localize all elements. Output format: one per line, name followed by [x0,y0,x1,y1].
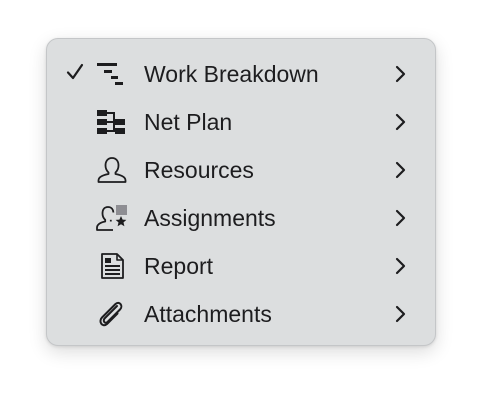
menu-item-resources[interactable]: Resources [47,146,435,194]
checkmark-icon [65,62,85,82]
net-plan-icon [95,108,129,136]
paperclip-icon [95,300,129,328]
menu-item-report[interactable]: Report [47,242,435,290]
chevron-right-icon [393,304,407,324]
document-icon [95,252,129,280]
menu-item-net-plan[interactable]: Net Plan [47,98,435,146]
person-icon [95,156,129,184]
chevron-right-icon [393,208,407,228]
menu-item-work-breakdown[interactable]: Work Breakdown [47,50,435,98]
chevron-right-icon [393,64,407,84]
menu-item-label: Assignments [144,205,276,231]
chevron-right-icon [393,160,407,180]
menu-item-label: Resources [144,157,254,183]
person-star-icon [95,204,129,232]
work-breakdown-icon [95,60,129,88]
menu-item-label: Report [144,253,214,279]
view-menu: Work Breakdown Net Plan Resources Assign… [46,38,436,346]
menu-item-attachments[interactable]: Attachments [47,290,435,338]
chevron-right-icon [393,256,407,276]
menu-item-label: Net Plan [144,109,233,135]
menu-item-label: Attachments [144,301,272,327]
chevron-right-icon [393,112,407,132]
menu-item-label: Work Breakdown [144,61,319,87]
menu-item-assignments[interactable]: Assignments [47,194,435,242]
